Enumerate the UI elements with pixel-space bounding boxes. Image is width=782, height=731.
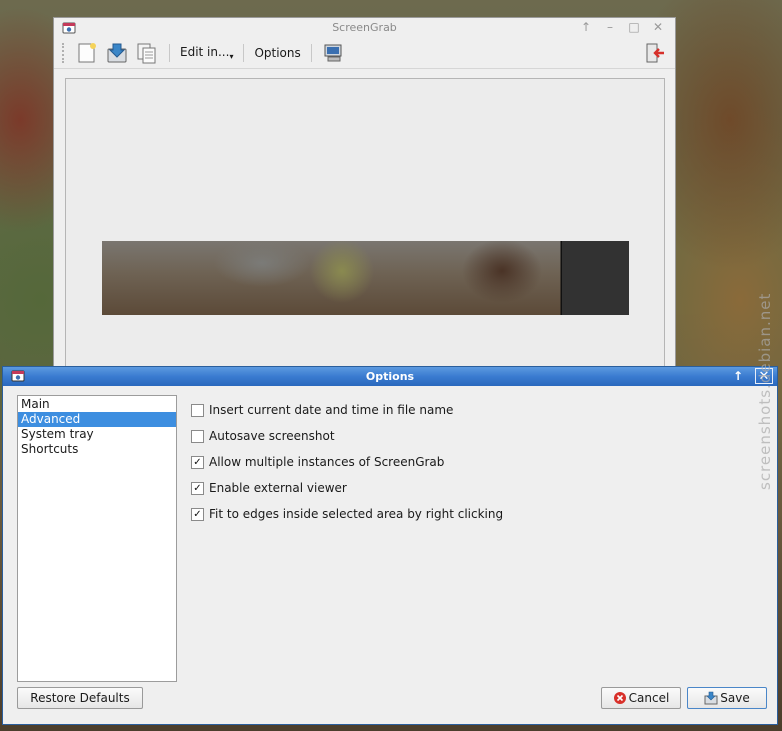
advanced-options-panel: Insert current date and time in file nam… bbox=[191, 397, 503, 527]
watermark: screenshots.debian.net bbox=[756, 292, 774, 490]
option-label: Autosave screenshot bbox=[209, 429, 335, 443]
options-titlebar[interactable]: Options ↑ ✕ bbox=[3, 367, 777, 386]
keep-above-button[interactable]: ↑ bbox=[729, 368, 747, 384]
edit-in-label: Edit in... bbox=[180, 45, 230, 59]
category-item-system-tray[interactable]: System tray bbox=[18, 427, 176, 442]
category-item-shortcuts[interactable]: Shortcuts bbox=[18, 442, 176, 457]
options-button[interactable]: Options bbox=[248, 46, 306, 60]
copy-icon bbox=[137, 43, 156, 64]
external-viewer-checkbox[interactable]: ✓ bbox=[191, 481, 204, 495]
category-item-advanced[interactable]: Advanced bbox=[18, 412, 176, 427]
option-external-viewer[interactable]: ✓ Enable external viewer bbox=[191, 475, 503, 501]
cancel-button[interactable]: Cancel bbox=[601, 687, 681, 709]
save-button[interactable]: Save bbox=[687, 687, 767, 709]
dropdown-arrow-icon: ▾ bbox=[229, 52, 234, 61]
toolbar-grip[interactable] bbox=[62, 43, 67, 63]
maximize-button[interactable]: □ bbox=[627, 20, 641, 34]
screenshot-preview-area bbox=[65, 78, 665, 378]
toolbar-separator bbox=[310, 44, 312, 62]
new-screenshot-icon bbox=[78, 43, 96, 63]
category-item-main[interactable]: Main bbox=[18, 397, 176, 412]
main-toolbar: Edit in...▾ Options bbox=[54, 38, 675, 69]
save-screenshot-button[interactable] bbox=[105, 41, 129, 65]
capture-area-button[interactable] bbox=[322, 41, 346, 65]
capture-area-icon bbox=[324, 44, 342, 62]
option-label: Insert current date and time in file nam… bbox=[209, 403, 454, 417]
restore-defaults-button[interactable]: Restore Defaults bbox=[17, 687, 143, 709]
multiple-instances-checkbox[interactable]: ✓ bbox=[191, 455, 204, 469]
edit-in-button[interactable]: Edit in...▾ bbox=[174, 45, 239, 61]
keep-above-button[interactable]: ↑ bbox=[579, 20, 593, 34]
cancel-label: Cancel bbox=[628, 691, 670, 705]
save-disk-icon bbox=[704, 691, 718, 705]
toolbar-separator bbox=[243, 44, 245, 62]
restore-defaults-label: Restore Defaults bbox=[30, 691, 130, 705]
option-multiple-instances[interactable]: ✓ Allow multiple instances of ScreenGrab bbox=[191, 449, 503, 475]
autosave-checkbox[interactable] bbox=[191, 429, 204, 443]
option-label: Fit to edges inside selected area by rig… bbox=[209, 507, 504, 521]
cancel-icon bbox=[613, 692, 626, 704]
category-list[interactable]: Main Advanced System tray Shortcuts bbox=[17, 395, 177, 682]
toolbar-separator bbox=[169, 44, 170, 62]
option-label: Enable external viewer bbox=[209, 481, 347, 495]
insert-date-checkbox[interactable] bbox=[191, 403, 204, 417]
options-dialog: Options ↑ ✕ Main Advanced System tray Sh… bbox=[2, 366, 778, 725]
new-screenshot-button[interactable] bbox=[75, 41, 99, 65]
screengrab-main-window: ScreenGrab ↑ – □ ✕ Edit in...▾ Options bbox=[53, 17, 676, 378]
options-title: Options bbox=[365, 370, 415, 383]
option-fit-to-edges[interactable]: ✓ Fit to edges inside selected area by r… bbox=[191, 501, 503, 527]
close-button[interactable]: ✕ bbox=[651, 20, 665, 34]
exit-icon bbox=[646, 43, 664, 63]
fit-to-edges-checkbox[interactable]: ✓ bbox=[191, 507, 204, 521]
save-label: Save bbox=[720, 691, 750, 705]
screenshot-thumbnail bbox=[102, 241, 629, 315]
option-insert-date[interactable]: Insert current date and time in file nam… bbox=[191, 397, 503, 423]
save-icon bbox=[107, 43, 127, 63]
option-autosave[interactable]: Autosave screenshot bbox=[191, 423, 503, 449]
option-label: Allow multiple instances of ScreenGrab bbox=[209, 455, 445, 469]
minimize-button[interactable]: – bbox=[603, 20, 617, 34]
exit-button[interactable] bbox=[643, 41, 667, 65]
main-titlebar[interactable]: ScreenGrab ↑ – □ ✕ bbox=[54, 18, 675, 38]
copy-screenshot-button[interactable] bbox=[135, 41, 159, 65]
